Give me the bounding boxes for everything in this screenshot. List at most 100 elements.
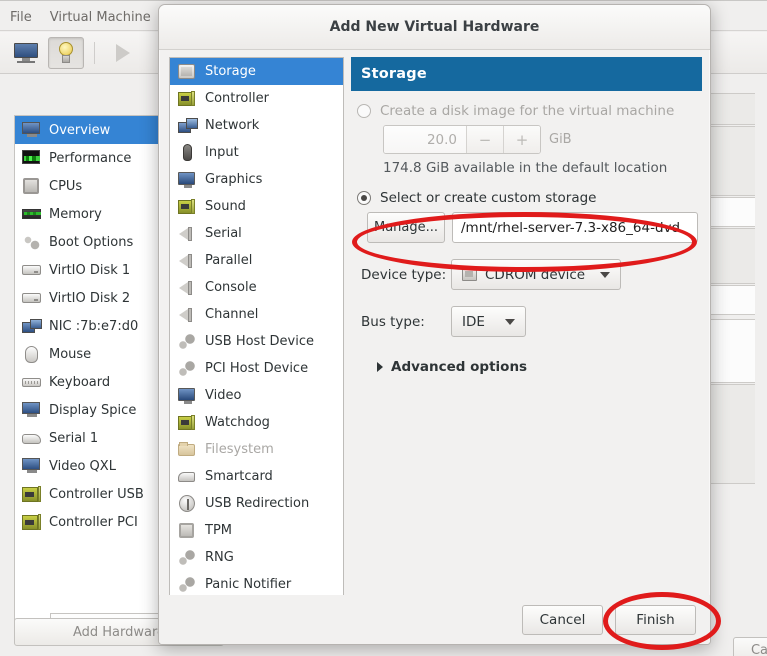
show-details-button[interactable] [48, 36, 84, 69]
sidebar-item-label: NIC :7b:e7:d0 [49, 318, 139, 334]
graphics-icon [178, 171, 196, 189]
category-item-storage[interactable]: Storage [170, 58, 343, 85]
category-label: Controller [205, 91, 269, 106]
sidebar-item-controller-usb[interactable]: Controller USB [15, 480, 159, 508]
category-item-smartcard[interactable]: Smartcard [170, 463, 343, 490]
category-item-usb-host-device[interactable]: USB Host Device [170, 328, 343, 355]
sound-card-icon [178, 198, 196, 216]
computer-icon [22, 121, 41, 140]
sidebar-item-boot-options[interactable]: Boot Options [15, 228, 159, 256]
category-label: Watchdog [205, 415, 270, 430]
disk-size-spinner[interactable]: 20.0 − + [383, 125, 541, 154]
sidebar-item-label: Memory [49, 206, 102, 222]
category-item-parallel[interactable]: Parallel [170, 247, 343, 274]
dialog-body: Storage Controller Network Input Graphic… [159, 51, 710, 598]
gears-icon [22, 233, 41, 252]
disk-size-increment-button[interactable]: + [503, 126, 540, 153]
cancel-button[interactable]: Cancel [522, 604, 603, 635]
category-item-serial[interactable]: Serial [170, 220, 343, 247]
custom-storage-radio-row[interactable]: Select or create custom storage [357, 190, 698, 206]
sidebar-item-virtio-disk-2[interactable]: VirtIO Disk 2 [15, 284, 159, 312]
finish-button[interactable]: Finish [615, 604, 696, 635]
category-item-filesystem: Filesystem [170, 436, 343, 463]
category-item-pci-host-device[interactable]: PCI Host Device [170, 355, 343, 382]
device-type-value: CDROM device [485, 266, 586, 283]
sidebar-item-serial-1[interactable]: Serial 1 [15, 424, 159, 452]
sidebar-item-label: Overview [49, 122, 111, 138]
cdrom-icon [462, 268, 477, 281]
category-item-usb-redirection[interactable]: USB Redirection [170, 490, 343, 517]
watchdog-icon [178, 414, 196, 432]
sidebar-item-video-qxl[interactable]: Video QXL [15, 452, 159, 480]
sidebar-item-label: Display Spice [49, 402, 137, 418]
advanced-options-expander[interactable]: Advanced options [377, 359, 698, 375]
create-disk-image-radio[interactable] [357, 104, 371, 118]
run-button[interactable] [105, 37, 141, 69]
sidebar-item-mouse[interactable]: Mouse [15, 340, 159, 368]
sidebar-item-virtio-disk-1[interactable]: VirtIO Disk 1 [15, 256, 159, 284]
bus-type-label: Bus type: [361, 313, 425, 330]
category-label: Parallel [205, 253, 253, 268]
category-item-sound[interactable]: Sound [170, 193, 343, 220]
hardware-category-list[interactable]: Storage Controller Network Input Graphic… [169, 57, 344, 598]
sidebar-item-label: Performance [49, 150, 132, 166]
category-item-channel[interactable]: Channel [170, 301, 343, 328]
storage-icon [178, 63, 196, 81]
usb-redirect-icon [178, 494, 196, 513]
category-item-rng[interactable]: RNG [170, 544, 343, 571]
bus-type-select[interactable]: IDE [451, 306, 526, 337]
vm-hardware-sidebar[interactable]: Overview Performance CPUs Memory Boot Op… [14, 115, 160, 625]
category-item-network[interactable]: Network [170, 112, 343, 139]
sidebar-item-display-spice[interactable]: Display Spice [15, 396, 159, 424]
category-label: Filesystem [205, 442, 274, 457]
device-type-select[interactable]: CDROM device [451, 259, 621, 290]
sidebar-item-label: VirtIO Disk 1 [49, 262, 131, 278]
disk-size-value[interactable]: 20.0 [384, 126, 466, 153]
category-item-controller[interactable]: Controller [170, 85, 343, 112]
create-disk-image-radio-row[interactable]: Create a disk image for the virtual mach… [357, 103, 698, 119]
category-item-input[interactable]: Input [170, 139, 343, 166]
storage-path-input[interactable]: /mnt/rhel-server-7.3-x86_64-dvd. [452, 212, 698, 243]
monitor-icon [14, 42, 38, 63]
disk-size-unit-label: GiB [549, 132, 572, 147]
category-label: PCI Host Device [205, 361, 309, 376]
sidebar-item-nic[interactable]: NIC :7b:e7:d0 [15, 312, 159, 340]
category-item-console[interactable]: Console [170, 274, 343, 301]
video-icon [178, 387, 196, 405]
sidebar-item-label: Keyboard [49, 374, 111, 390]
category-item-watchdog[interactable]: Watchdog [170, 409, 343, 436]
tpm-icon [178, 522, 196, 540]
custom-storage-radio[interactable] [357, 191, 371, 205]
console-button[interactable] [8, 37, 44, 69]
category-item-video[interactable]: Video [170, 382, 343, 409]
disk-icon [22, 261, 41, 280]
sidebar-item-overview[interactable]: Overview [15, 116, 159, 144]
input-mouse-icon [178, 143, 196, 162]
category-label: Input [205, 145, 239, 160]
sidebar-item-cpus[interactable]: CPUs [15, 172, 159, 200]
category-item-tpm[interactable]: TPM [170, 517, 343, 544]
sidebar-item-performance[interactable]: Performance [15, 144, 159, 172]
disk-size-decrement-button[interactable]: − [466, 126, 503, 153]
screen: File Virtual Machine Overview Performanc… [0, 0, 767, 656]
menu-virtual-machine[interactable]: Virtual Machine [50, 10, 151, 25]
category-item-graphics[interactable]: Graphics [170, 166, 343, 193]
dialog-footer: Cancel Finish [159, 595, 710, 644]
display-icon [22, 457, 41, 476]
category-label: Channel [205, 307, 259, 322]
sidebar-item-label: Boot Options [49, 234, 134, 250]
background-cancel-button[interactable]: Cancel [733, 637, 767, 656]
category-item-panic-notifier[interactable]: Panic Notifier [170, 571, 343, 597]
manage-button[interactable]: Manage... [367, 212, 445, 243]
sidebar-item-keyboard[interactable]: Keyboard [15, 368, 159, 396]
disk-size-row: 20.0 − + GiB [383, 125, 698, 154]
console-icon [178, 279, 196, 297]
sidebar-item-memory[interactable]: Memory [15, 200, 159, 228]
sidebar-item-label: Video QXL [49, 458, 116, 474]
sidebar-item-controller-pci[interactable]: Controller PCI [15, 508, 159, 536]
network-icon [178, 117, 198, 135]
menu-file[interactable]: File [10, 10, 32, 25]
category-label: Panic Notifier [205, 577, 292, 592]
smartcard-icon [178, 468, 196, 486]
category-label: Graphics [205, 172, 263, 187]
